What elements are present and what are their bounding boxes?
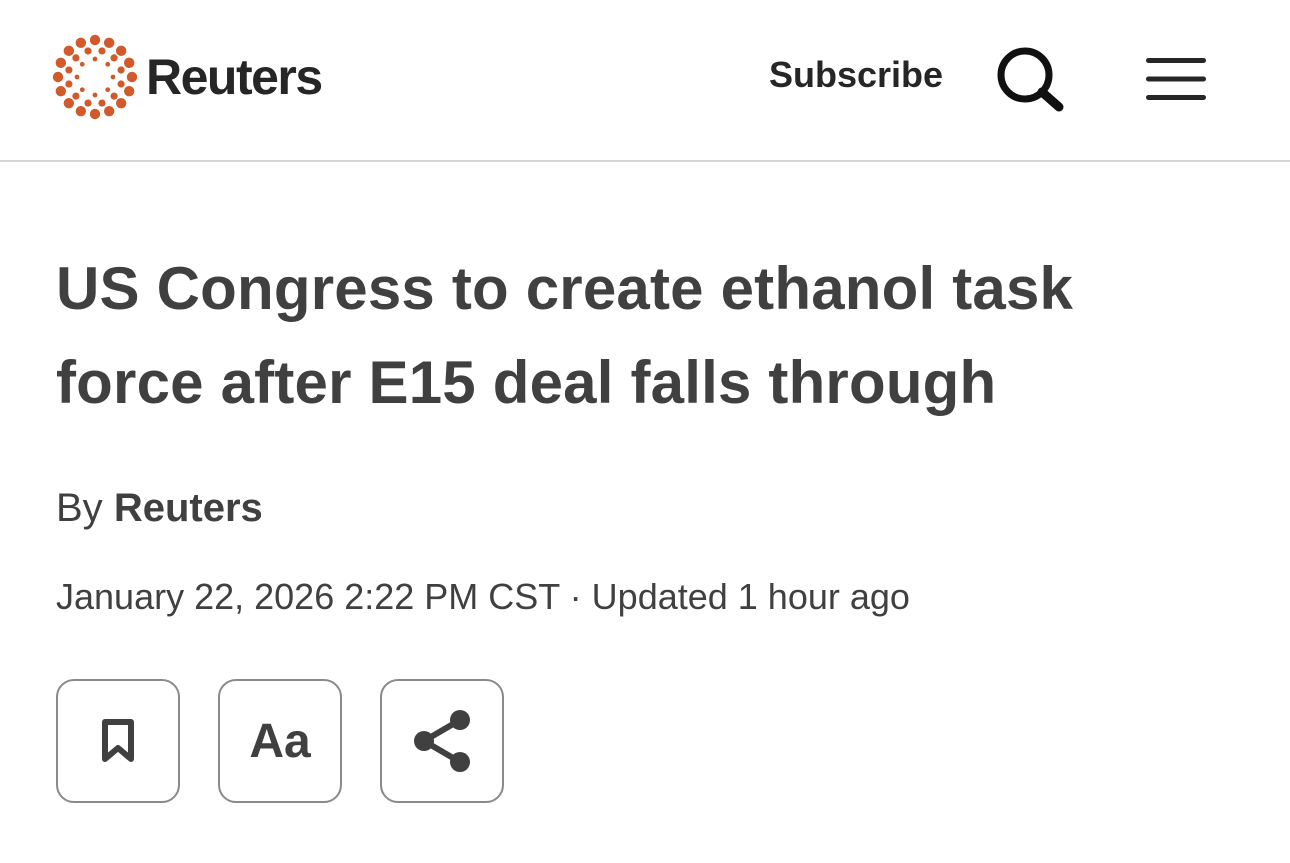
logo-dot [92,56,98,62]
logo-dot [79,61,85,67]
author-link[interactable]: Reuters [114,486,263,530]
date-separator: · [569,576,582,617]
search-button[interactable] [996,46,1066,112]
logo-dot [126,71,138,83]
logo-dot [89,108,101,120]
logo-dot [63,97,75,109]
logo-dot [75,105,87,117]
updated-time: Updated 1 hour ago [591,576,910,617]
text-size-label: Aa [249,714,311,768]
menu-button[interactable] [1146,57,1206,101]
logo-dot [103,37,115,49]
logo-dot [98,99,106,107]
logo-dot [84,47,92,55]
published-date: January 22, 2026 2:22 PM CST [56,576,560,617]
logo-dot [89,34,101,46]
logo-dot [110,54,118,62]
logo-dot [55,57,67,69]
logo-dot [75,37,87,49]
logo-dot [63,45,75,57]
reuters-logo[interactable]: Reuters [52,34,323,120]
logo-dot [105,87,111,93]
bookmark-button[interactable] [56,679,180,803]
logo-dot [123,85,135,97]
logo-dot [115,45,127,57]
search-icon [997,47,1064,112]
dateline: January 22, 2026 2:22 PM CST · Updated 1… [56,576,910,618]
logo-dot [115,97,127,109]
reuters-logo-icon [52,34,138,120]
logo-dot [110,74,116,80]
logo-dot [98,47,106,55]
logo-dot [123,57,135,69]
logo-dot [55,85,67,97]
article-headline: US Congress to create ethanol task force… [56,255,1074,416]
logo-dot [65,80,73,88]
logo-dot [110,92,118,100]
byline: By Reuters [56,486,263,531]
brand-name: Reuters [146,49,323,105]
share-button[interactable] [380,679,504,803]
bookmark-icon [102,719,134,762]
subscribe-button[interactable]: Subscribe [769,54,943,96]
logo-dot [117,80,125,88]
logo-dot [103,105,115,117]
logo-dot [74,74,80,80]
logo-dot [92,92,98,98]
logo-dot [117,66,125,74]
logo-dot [105,61,111,67]
logo-dot [52,71,64,83]
logo-dot [84,99,92,107]
hamburger-menu-icon [1146,58,1206,100]
logo-dot [79,87,85,93]
text-size-button[interactable]: Aa [218,679,342,803]
share-icon [414,710,470,772]
logo-dot [72,54,80,62]
logo-dot [65,66,73,74]
byline-prefix: By [56,486,103,530]
logo-dot [72,92,80,100]
site-header: Reuters Subscribe [0,0,1290,162]
